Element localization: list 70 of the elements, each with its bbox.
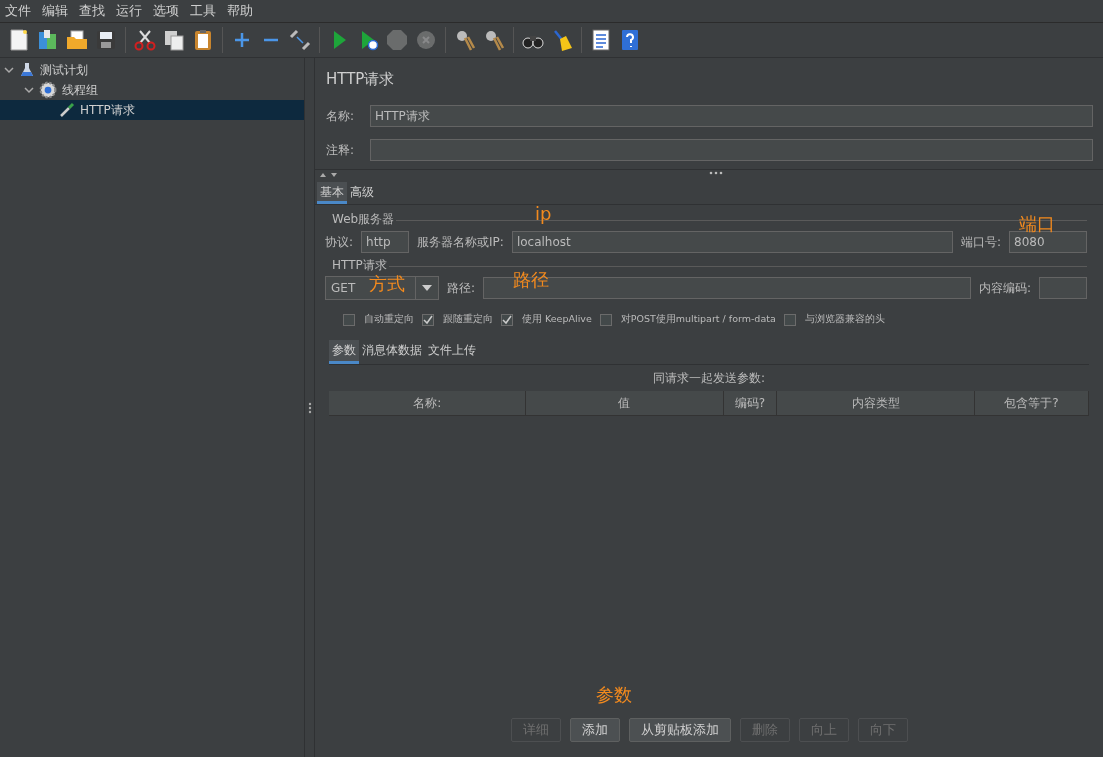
tab[interactable]: 基本 bbox=[317, 182, 347, 204]
section-legend: Web服务器 bbox=[332, 210, 395, 228]
checkbox-label: 跟随重定向 bbox=[443, 313, 493, 326]
panel-title: HTTP请求 bbox=[325, 69, 396, 90]
grip-icon[interactable] bbox=[709, 171, 723, 175]
protocol-field[interactable]: http bbox=[361, 231, 410, 253]
pipette-icon bbox=[59, 102, 75, 118]
column-header[interactable]: 名称: bbox=[329, 391, 527, 415]
field-label: 名称: bbox=[326, 107, 356, 125]
field-label: 路径: bbox=[447, 279, 476, 297]
comment-field[interactable] bbox=[370, 139, 1093, 161]
name-field[interactable]: HTTP请求 bbox=[370, 105, 1093, 127]
checkbox-label: 自动重定向 bbox=[364, 313, 414, 326]
tab[interactable]: 高级 bbox=[347, 182, 377, 204]
menu-item[interactable]: 文件 bbox=[0, 2, 37, 20]
checkbox[interactable] bbox=[783, 313, 796, 326]
chevron-icon[interactable] bbox=[4, 65, 14, 75]
field-label: 服务器名称或IP: bbox=[417, 233, 504, 251]
port-field[interactable]: 8080 bbox=[1009, 231, 1087, 253]
annotation-label: 路径 bbox=[513, 268, 549, 292]
menu-item[interactable]: 查找 bbox=[74, 2, 111, 20]
grip-icon[interactable] bbox=[307, 401, 312, 414]
checkbox[interactable] bbox=[422, 313, 434, 326]
menu-item[interactable]: 编辑 bbox=[37, 2, 74, 20]
column-header[interactable]: 编码? bbox=[723, 391, 778, 415]
save-icon[interactable] bbox=[94, 28, 118, 52]
tree-item[interactable]: 线程组 bbox=[0, 80, 304, 100]
chevron-icon[interactable] bbox=[24, 85, 34, 95]
field-label: 内容编码: bbox=[978, 279, 1031, 297]
tab[interactable]: 文件上传 bbox=[425, 340, 479, 364]
tree-item[interactable]: 测试计划 bbox=[0, 60, 304, 80]
checkbox-label: 使用 KeepAlive bbox=[522, 313, 592, 326]
annotation-label: ip bbox=[535, 203, 552, 224]
field-label: 协议: bbox=[325, 233, 354, 251]
tree-label: 测试计划 bbox=[40, 61, 88, 79]
tree-item[interactable]: HTTP请求 bbox=[0, 100, 304, 120]
menu-item[interactable]: 工具 bbox=[185, 2, 222, 20]
new-document-icon[interactable] bbox=[7, 28, 31, 52]
copy-icon[interactable] bbox=[162, 28, 186, 52]
checkbox-label: 与浏览器兼容的头 bbox=[804, 313, 885, 326]
flask-icon bbox=[19, 62, 35, 78]
table-caption: 同请求一起发送参数: bbox=[652, 371, 765, 385]
column-header[interactable]: 内容类型 bbox=[777, 391, 975, 415]
collapse-arrows-icon[interactable] bbox=[319, 172, 339, 178]
checkbox[interactable] bbox=[501, 313, 513, 326]
field-label: 端口号: bbox=[960, 233, 1001, 251]
tab[interactable]: 消息体数据 bbox=[359, 340, 425, 364]
menu-item[interactable]: 帮助 bbox=[222, 2, 259, 20]
field-label: 注释: bbox=[326, 141, 356, 159]
tree-label: 线程组 bbox=[62, 81, 98, 99]
checkbox[interactable] bbox=[343, 313, 355, 326]
action-button[interactable]: 添加 bbox=[569, 718, 620, 742]
folder-icon[interactable] bbox=[65, 28, 89, 52]
scissors-icon[interactable] bbox=[133, 28, 157, 52]
server-field[interactable]: localhost bbox=[511, 231, 953, 253]
caret-icon bbox=[422, 285, 432, 291]
tree-label: HTTP请求 bbox=[80, 101, 135, 119]
menu-item[interactable]: 运行 bbox=[111, 2, 148, 20]
tab[interactable]: 参数 bbox=[329, 340, 359, 364]
section-legend: HTTP请求 bbox=[332, 256, 387, 274]
action-button[interactable]: 从剪贴板添加 bbox=[628, 718, 731, 742]
menu-item[interactable]: 选项 bbox=[148, 2, 185, 20]
gear-icon bbox=[39, 81, 57, 99]
encoding-field[interactable] bbox=[1039, 277, 1087, 299]
column-header[interactable]: 值 bbox=[526, 391, 724, 415]
checkbox[interactable] bbox=[599, 313, 612, 326]
checkbox-label: 对POST使用multipart / form-data bbox=[620, 313, 776, 326]
annotation-label: 参数 bbox=[596, 683, 632, 707]
column-header[interactable]: 包含等于? bbox=[974, 391, 1089, 415]
list-icon[interactable] bbox=[589, 28, 613, 52]
